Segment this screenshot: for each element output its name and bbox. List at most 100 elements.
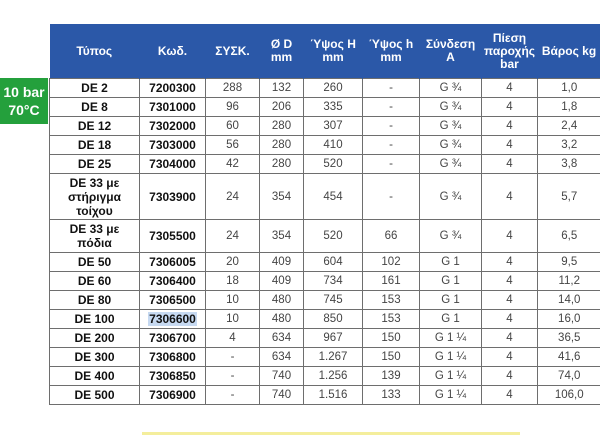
cell-diameter: 634 (259, 347, 304, 367)
cell-code: 7306800 (139, 347, 206, 367)
cell-diameter: 280 (259, 154, 304, 174)
cell-connection: G 1 ¼ (419, 328, 482, 348)
cell-package: 20 (205, 252, 260, 272)
cell-code: 7306700 (139, 328, 206, 348)
badge-temperature: 70°C (8, 102, 40, 118)
cell-height-upper: 335 (303, 97, 363, 117)
table-row: DE 100 7306600 10 480 850 153 G 1 4 16,0 (49, 309, 600, 329)
cell-height-upper: 260 (303, 78, 363, 98)
cell-package: - (205, 366, 260, 386)
cell-connection: G ¾ (419, 173, 482, 220)
table-row: DE 33 με πόδια 7305500 24 354 520 66 G ¾… (49, 219, 600, 253)
cell-diameter: 354 (259, 173, 304, 220)
cell-package: 24 (205, 219, 260, 253)
cell-height-lower: - (362, 116, 420, 136)
table-header-row: Τύπος Κωδ. ΣΥΣΚ. Ø D mm Ύψος H mm Ύψος h… (49, 24, 600, 79)
cell-diameter: 206 (259, 97, 304, 117)
badge-pressure: 10 bar (3, 84, 45, 100)
cell-connection: G 1 (419, 290, 482, 310)
cell-pressure: 4 (481, 385, 538, 405)
cell-connection: G ¾ (419, 97, 482, 117)
column-header-height-h-lower: Ύψος h mm (362, 24, 420, 79)
cell-height-lower: 161 (362, 271, 420, 291)
cell-height-lower: - (362, 78, 420, 98)
cell-code: 7303000 (139, 135, 206, 155)
cell-weight: 74,0 (537, 366, 600, 386)
cell-pressure: 4 (481, 154, 538, 174)
cell-type: DE 100 (49, 309, 140, 329)
cell-code: 7306600 (139, 309, 206, 329)
table-row: DE 8 7301000 96 206 335 - G ¾ 4 1,8 (49, 97, 600, 117)
cell-type: DE 80 (49, 290, 140, 310)
cell-connection: G 1 (419, 309, 482, 329)
bottom-divider (142, 432, 520, 435)
cell-pressure: 4 (481, 309, 538, 329)
cell-height-lower: 153 (362, 309, 420, 329)
cell-type: DE 60 (49, 271, 140, 291)
cell-height-upper: 410 (303, 135, 363, 155)
column-header-code: Κωδ. (139, 24, 206, 79)
cell-weight: 41,6 (537, 347, 600, 367)
cell-type: DE 12 (49, 116, 140, 136)
cell-height-upper: 454 (303, 173, 363, 220)
highlighted-code[interactable]: 7306600 (148, 312, 197, 326)
cell-connection: G ¾ (419, 135, 482, 155)
cell-weight: 6,5 (537, 219, 600, 253)
cell-height-lower: 139 (362, 366, 420, 386)
cell-package: 18 (205, 271, 260, 291)
cell-weight: 36,5 (537, 328, 600, 348)
cell-height-upper: 520 (303, 219, 363, 253)
cell-height-lower: 150 (362, 347, 420, 367)
cell-type: DE 200 (49, 328, 140, 348)
table-row: DE 80 7306500 10 480 745 153 G 1 4 14,0 (49, 290, 600, 310)
cell-height-lower: 66 (362, 219, 420, 253)
cell-code: 7306900 (139, 385, 206, 405)
cell-code: 7301000 (139, 97, 206, 117)
table-row: DE 18 7303000 56 280 410 - G ¾ 4 3,2 (49, 135, 600, 155)
cell-connection: G 1 ¼ (419, 366, 482, 386)
cell-pressure: 4 (481, 252, 538, 272)
cell-height-upper: 745 (303, 290, 363, 310)
cell-connection: G 1 (419, 271, 482, 291)
cell-height-lower: 133 (362, 385, 420, 405)
column-header-type: Τύπος (49, 24, 140, 79)
cell-diameter: 480 (259, 309, 304, 329)
cell-type: DE 33 με στήριγμα τοίχου (49, 173, 140, 220)
cell-package: 56 (205, 135, 260, 155)
cell-package: 42 (205, 154, 260, 174)
cell-pressure: 4 (481, 219, 538, 253)
cell-pressure: 4 (481, 366, 538, 386)
cell-code: 7306400 (139, 271, 206, 291)
column-header-pressure: Πίεση παροχής bar (481, 24, 538, 79)
cell-package: 24 (205, 173, 260, 220)
cell-pressure: 4 (481, 328, 538, 348)
table-row: DE 33 με στήριγμα τοίχου 7303900 24 354 … (49, 173, 600, 220)
column-header-diameter: Ø D mm (259, 24, 304, 79)
cell-code: 7303900 (139, 173, 206, 220)
table-row: DE 12 7302000 60 280 307 - G ¾ 4 2,4 (49, 116, 600, 136)
cell-type: DE 18 (49, 135, 140, 155)
cell-diameter: 280 (259, 116, 304, 136)
cell-diameter: 740 (259, 385, 304, 405)
cell-height-lower: - (362, 173, 420, 220)
cell-type: DE 2 (49, 78, 140, 98)
cell-weight: 5,7 (537, 173, 600, 220)
table-row: DE 60 7306400 18 409 734 161 G 1 4 11,2 (49, 271, 600, 291)
cell-weight: 14,0 (537, 290, 600, 310)
cell-connection: G 1 ¼ (419, 347, 482, 367)
table-row: DE 2 7200300 288 132 260 - G ¾ 4 1,0 (49, 78, 600, 98)
cell-height-upper: 1.256 (303, 366, 363, 386)
cell-diameter: 409 (259, 271, 304, 291)
pressure-temperature-badge: 10 bar 70°C (0, 78, 48, 124)
cell-weight: 3,2 (537, 135, 600, 155)
cell-weight: 106,0 (537, 385, 600, 405)
cell-package: - (205, 347, 260, 367)
cell-package: 10 (205, 309, 260, 329)
cell-diameter: 132 (259, 78, 304, 98)
cell-type: DE 50 (49, 252, 140, 272)
cell-code: 7302000 (139, 116, 206, 136)
cell-connection: G ¾ (419, 116, 482, 136)
cell-diameter: 740 (259, 366, 304, 386)
cell-weight: 16,0 (537, 309, 600, 329)
cell-diameter: 634 (259, 328, 304, 348)
